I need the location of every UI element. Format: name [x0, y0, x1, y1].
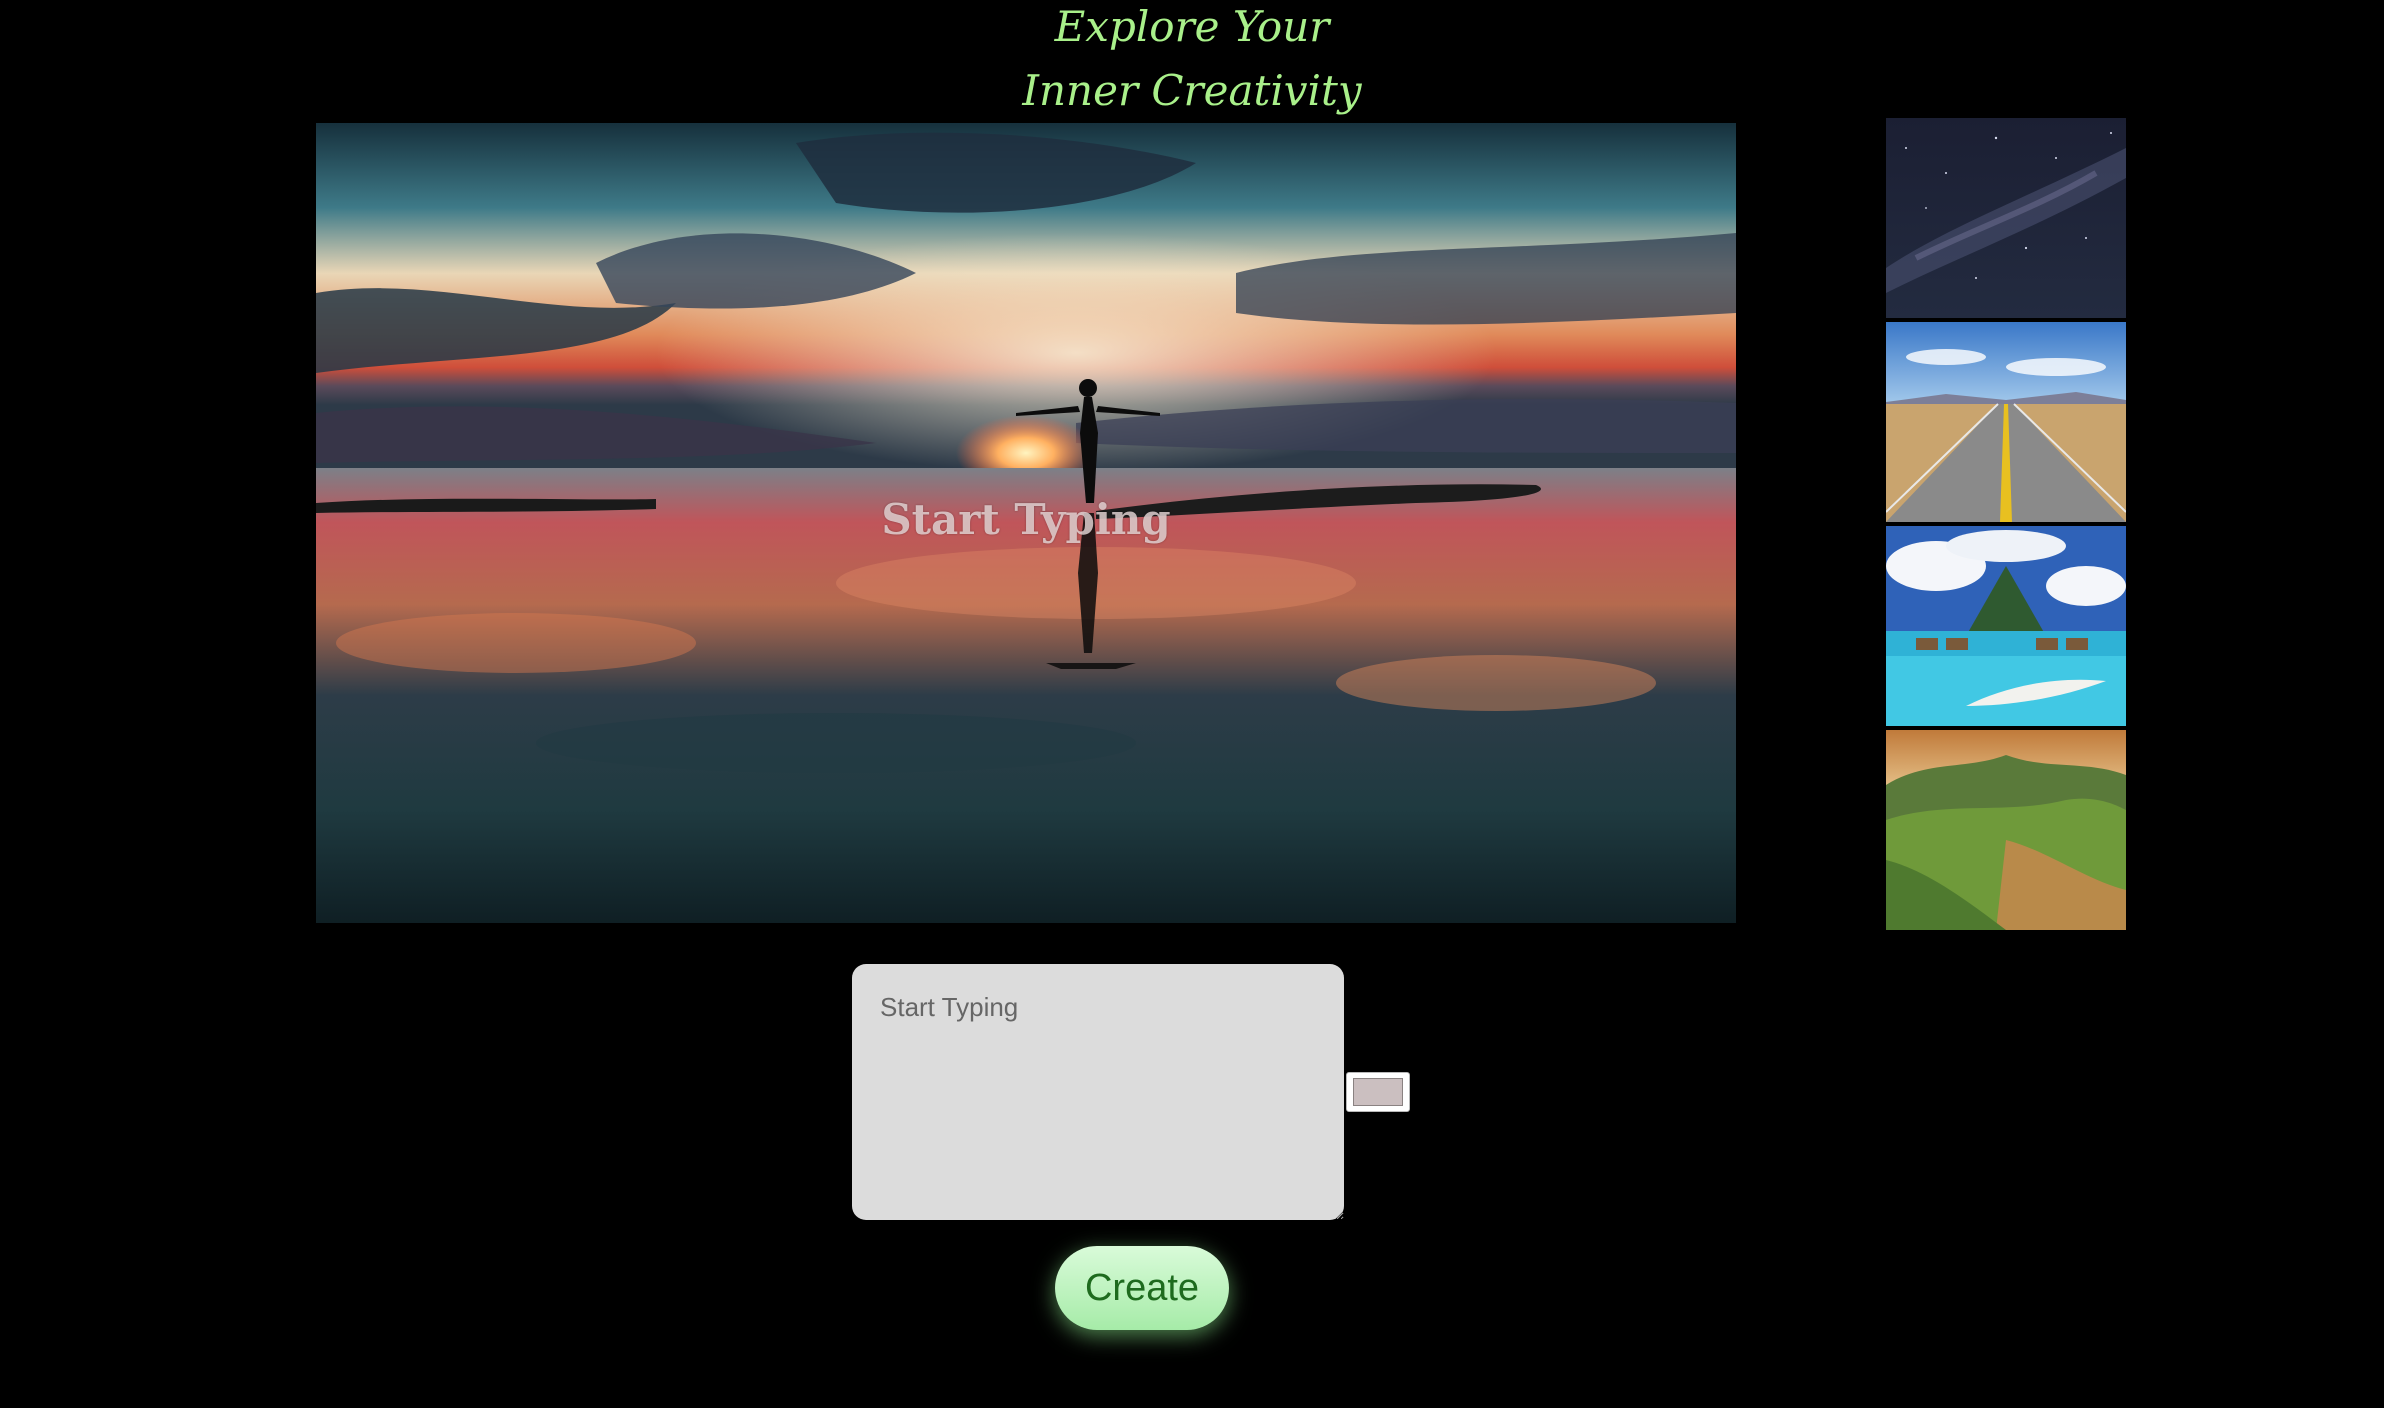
- desert-road-image: [1886, 322, 2126, 522]
- milky-way-image: [1886, 118, 2126, 318]
- thumbnail-milky-way[interactable]: [1886, 118, 2126, 318]
- thumbnail-list: [1886, 118, 2126, 934]
- color-swatch-fill: [1353, 1078, 1403, 1106]
- preview-caption: Start Typing: [881, 495, 1171, 544]
- preview-image: Start Typing: [316, 123, 1736, 923]
- tropical-island-image: [1886, 526, 2126, 726]
- page-title-line2: Inner Creativity: [1022, 66, 1362, 115]
- thumbnail-green-hills[interactable]: [1886, 730, 2126, 930]
- thumbnail-tropical-island[interactable]: [1886, 526, 2126, 726]
- create-button[interactable]: Create: [1055, 1246, 1229, 1330]
- text-color-picker[interactable]: [1346, 1072, 1410, 1112]
- page: Explore Your Inner Creativity Start Typi…: [0, 0, 2384, 1408]
- text-input-container: [852, 964, 1344, 1220]
- green-hills-image: [1886, 730, 2126, 930]
- thumbnail-desert-road[interactable]: [1886, 322, 2126, 522]
- text-input[interactable]: [852, 964, 1344, 1220]
- page-title-line1: Explore Your: [1054, 2, 1330, 51]
